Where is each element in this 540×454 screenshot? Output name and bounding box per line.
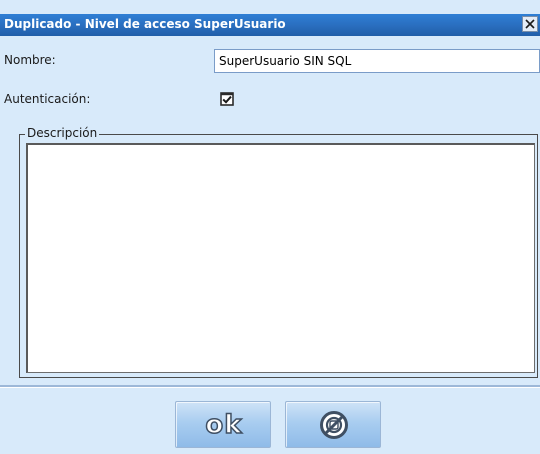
- window-title: Duplicado - Nivel de acceso SuperUsuario: [4, 17, 286, 31]
- title-bar[interactable]: Duplicado - Nivel de acceso SuperUsuario: [0, 14, 540, 36]
- auth-label: Autenticación:: [4, 92, 91, 106]
- ok-button[interactable]: ok: [175, 401, 271, 448]
- description-legend: Descripción: [25, 126, 100, 140]
- name-field[interactable]: [214, 49, 540, 73]
- dialog-window: Duplicado - Nivel de acceso SuperUsuario…: [0, 0, 540, 454]
- name-label: Nombre:: [4, 53, 56, 67]
- close-icon: [525, 19, 535, 29]
- auth-checkbox[interactable]: [220, 92, 234, 106]
- cancel-button[interactable]: [285, 401, 381, 448]
- description-textarea[interactable]: [26, 143, 535, 373]
- cancel-icon: [320, 411, 348, 439]
- close-button[interactable]: [522, 16, 538, 32]
- ok-button-label: ok: [205, 409, 243, 441]
